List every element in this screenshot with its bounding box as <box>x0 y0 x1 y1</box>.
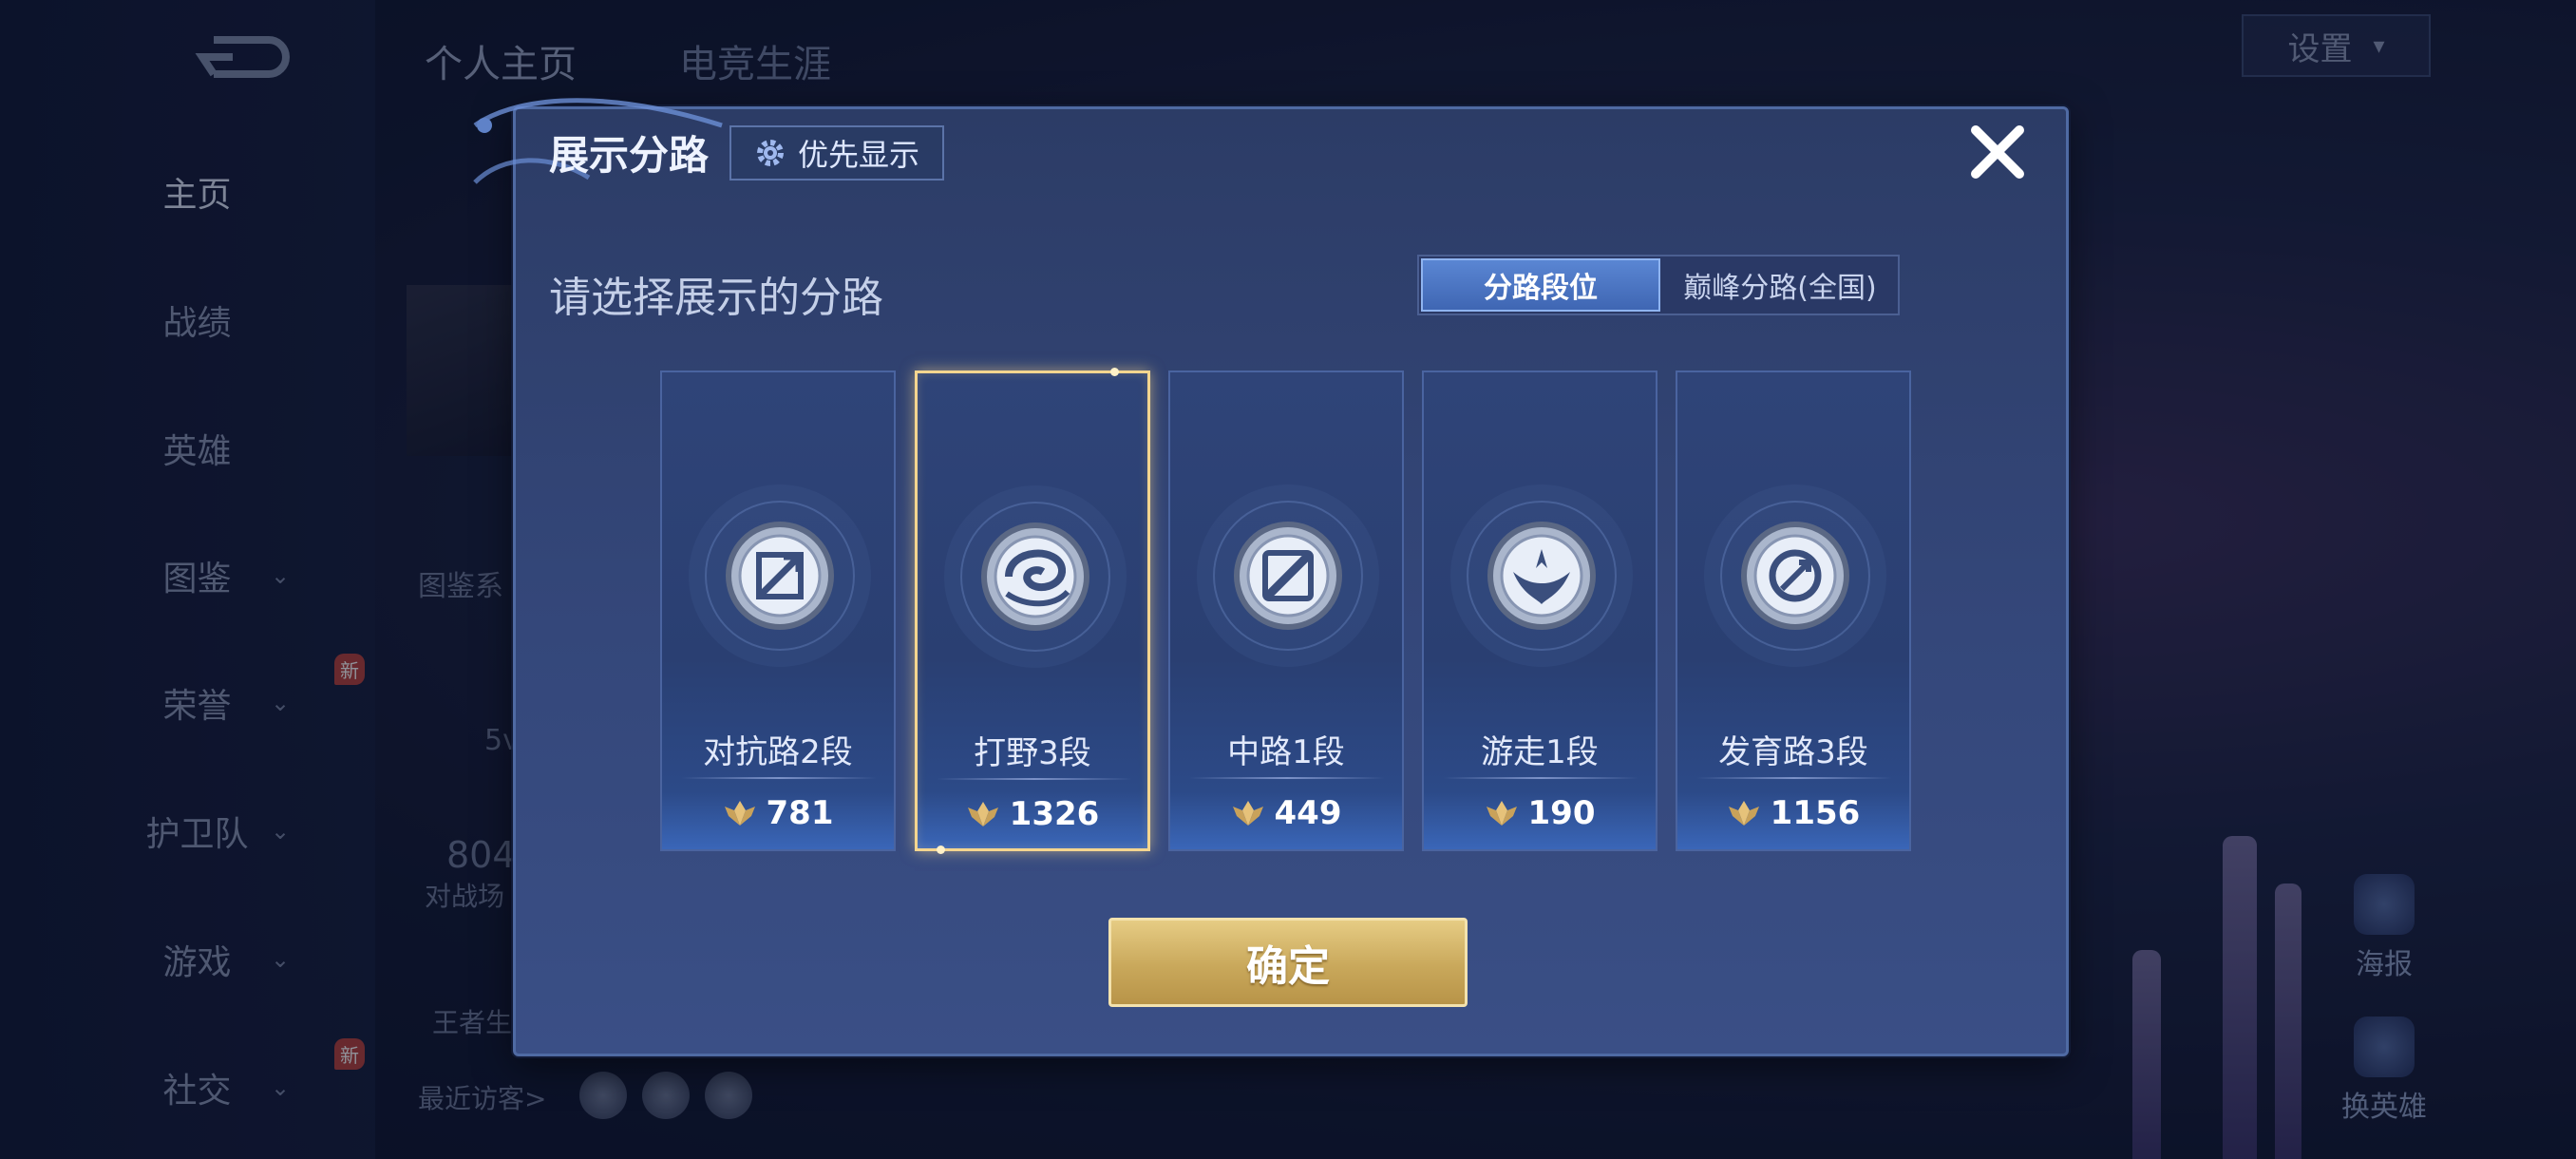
clash-lane-sword-emblem-icon <box>685 481 875 671</box>
lane-score-value: 190 <box>1527 794 1596 832</box>
lane-score: 449 <box>1170 794 1402 832</box>
rank-points-icon <box>1486 801 1517 826</box>
lane-score-value: 1326 <box>1009 795 1100 833</box>
lane-card[interactable]: 打野3段 1326 <box>915 368 1150 854</box>
close-icon <box>1971 125 2024 179</box>
tab-peak-lane-national[interactable]: 巅峰分路(全国) <box>1662 256 1898 314</box>
lane-rank-label: 对抗路2段 <box>703 733 853 771</box>
divider <box>1443 777 1638 779</box>
lane-rank-label: 中路1段 <box>1227 733 1345 771</box>
divider <box>1696 777 1892 779</box>
lane-card[interactable]: 游走1段 190 <box>1422 370 1657 851</box>
lane-score-value: 781 <box>766 794 834 832</box>
farm-lane-arrow-emblem-icon <box>1700 481 1890 671</box>
roam-wings-emblem-icon <box>1447 481 1637 671</box>
lane-view-toggle: 分路段位 巅峰分路(全国) <box>1417 255 1900 315</box>
lane-score: 781 <box>662 794 894 832</box>
lane-card[interactable]: 对抗路2段 781 <box>660 370 896 851</box>
rank-points-icon <box>967 802 998 826</box>
lane-score: 190 <box>1424 794 1656 832</box>
lane-score-value: 1156 <box>1770 794 1861 832</box>
lane-score-value: 449 <box>1274 794 1342 832</box>
lane-score: 1156 <box>1677 794 1909 832</box>
divider <box>681 777 877 779</box>
selection-corner-dot <box>1110 368 1119 376</box>
lane-card[interactable]: 发育路3段 1156 <box>1676 370 1911 851</box>
priority-display-button[interactable]: 优先显示 <box>729 125 944 180</box>
rank-points-icon <box>1728 801 1759 826</box>
lane-card[interactable]: 中路1段 449 <box>1168 370 1404 851</box>
selection-corner-dot <box>937 846 945 854</box>
rank-points-icon <box>1232 801 1263 826</box>
select-lane-heading: 请选择展示的分路 <box>549 274 883 322</box>
dialog-title: 展示分路 <box>549 132 710 179</box>
close-button[interactable] <box>1964 119 2031 185</box>
rank-points-icon <box>724 801 755 826</box>
tab-lane-rank[interactable]: 分路段位 <box>1421 258 1660 312</box>
lane-score: 1326 <box>918 795 1147 833</box>
confirm-button[interactable]: 确定 <box>1108 918 1468 1007</box>
jungle-dragon-emblem-icon <box>940 482 1130 672</box>
lane-rank-label: 发育路3段 <box>1718 733 1868 771</box>
lane-rank-label: 打野3段 <box>974 734 1091 772</box>
gear-icon <box>756 140 784 166</box>
lane-rank-label: 游走1段 <box>1481 733 1599 771</box>
mid-lane-slash-emblem-icon <box>1193 481 1383 671</box>
divider <box>937 778 1132 780</box>
divider <box>1189 777 1385 779</box>
